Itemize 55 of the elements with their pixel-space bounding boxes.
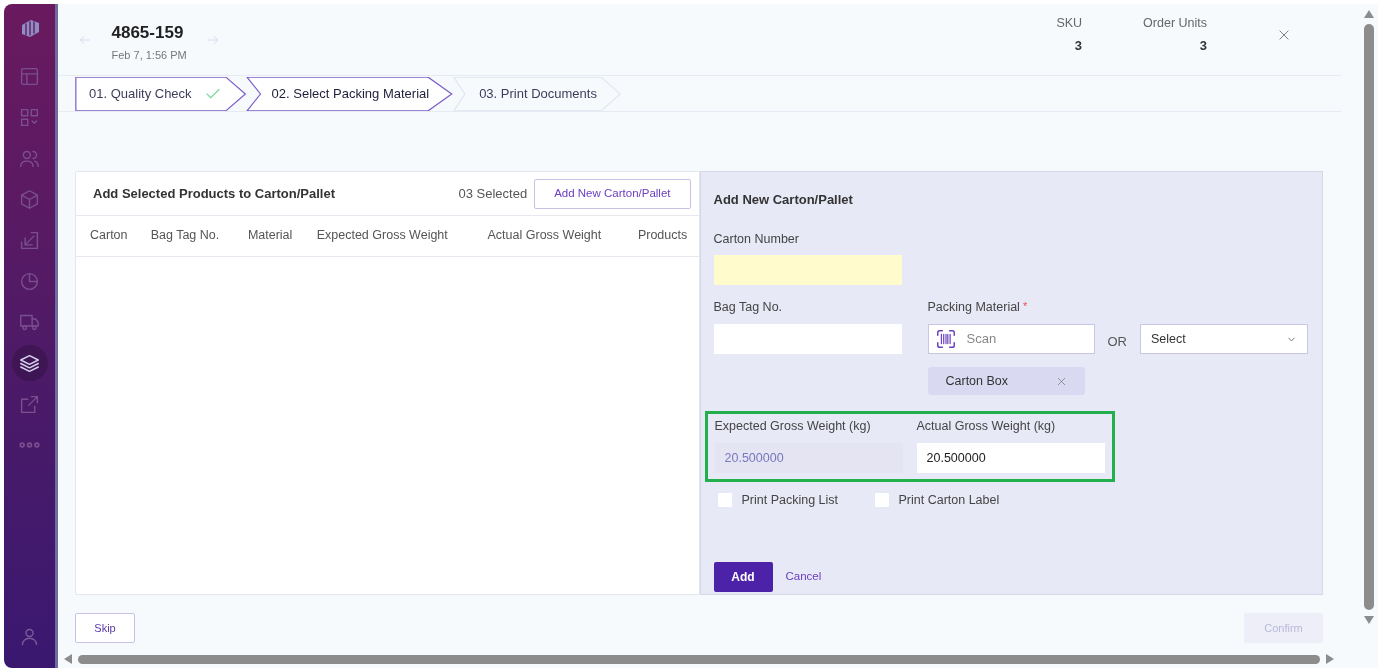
scroll-right-icon[interactable] [1326,654,1334,664]
scrollbar-thumb[interactable] [78,654,1320,664]
grid-icon [19,106,40,128]
pie-chart-icon [19,270,40,292]
form-title: Add New Carton/Pallet [713,191,854,209]
column-header: Carton [76,216,137,256]
stat-value: 3 [1074,36,1083,55]
order-date: Feb 7, 1:56 PM [111,47,187,63]
scroll-left-icon[interactable] [64,654,72,664]
layers-icon [19,352,40,374]
stat-label: Order Units [1143,14,1207,32]
checkbox-option[interactable]: Print Carton Label [874,491,1032,510]
column-header: Bag Tag No. [136,216,234,256]
card-title: Add Selected Products to Carton/Pallet [93,184,336,203]
sidebar-item[interactable] [11,345,48,381]
field-label: Bag Tag No. [713,299,784,317]
scan-field[interactable]: Scan [927,324,1095,354]
field-label: Actual Gross Weight (kg) [916,418,1057,436]
add-button[interactable]: Add [713,561,773,592]
material-select[interactable]: Select [1140,324,1308,354]
close-icon [1277,28,1291,43]
cancel-link[interactable]: Cancel [785,568,822,586]
field-label: Expected Gross Weight (kg) [714,418,872,436]
column-header: Expected Gross Weight [302,216,474,256]
arrow-in-icon [19,229,40,251]
field-label: Packing Material * [927,299,1029,317]
close-icon [1055,375,1067,387]
scroll-up-icon[interactable] [1364,10,1374,18]
required-asterisk: * [1022,300,1028,313]
column-header: Actual Gross Weight [473,216,624,256]
checkbox-option[interactable]: Print Packing List [717,491,875,510]
box-icon [19,188,40,210]
order-number: 4865-159 [111,23,185,43]
chip-label: Carton Box [945,372,1009,390]
step-tab[interactable]: 02. Select Packing Material [245,76,454,111]
layout-icon [19,65,40,87]
skip-button[interactable]: Skip [75,613,135,643]
more-icon [19,442,40,448]
selected-count: 03 Selected [458,184,528,203]
carton-number-field[interactable] [713,255,902,286]
barcode-scan-icon [934,328,957,350]
stat-value: 3 [1199,36,1207,55]
scroll-down-icon[interactable] [1364,616,1374,624]
remove-button[interactable] [1055,375,1067,387]
external-link-icon [19,393,40,415]
column-header: Material [233,216,303,256]
actual-weight-field[interactable]: 20.500000 [916,443,1105,473]
add-carton-button[interactable]: Add New Carton/Pallet [534,178,691,209]
or-text: OR [1107,333,1127,352]
column-header: Products [623,216,699,256]
step-tab[interactable]: 01. Quality Check [75,76,246,111]
step-tab[interactable]: 03. Print Documents [453,76,621,111]
stat-label: SKU [1056,14,1083,32]
field-label: Carton Number [713,230,800,248]
scrollbar-thumb[interactable] [1364,24,1374,610]
